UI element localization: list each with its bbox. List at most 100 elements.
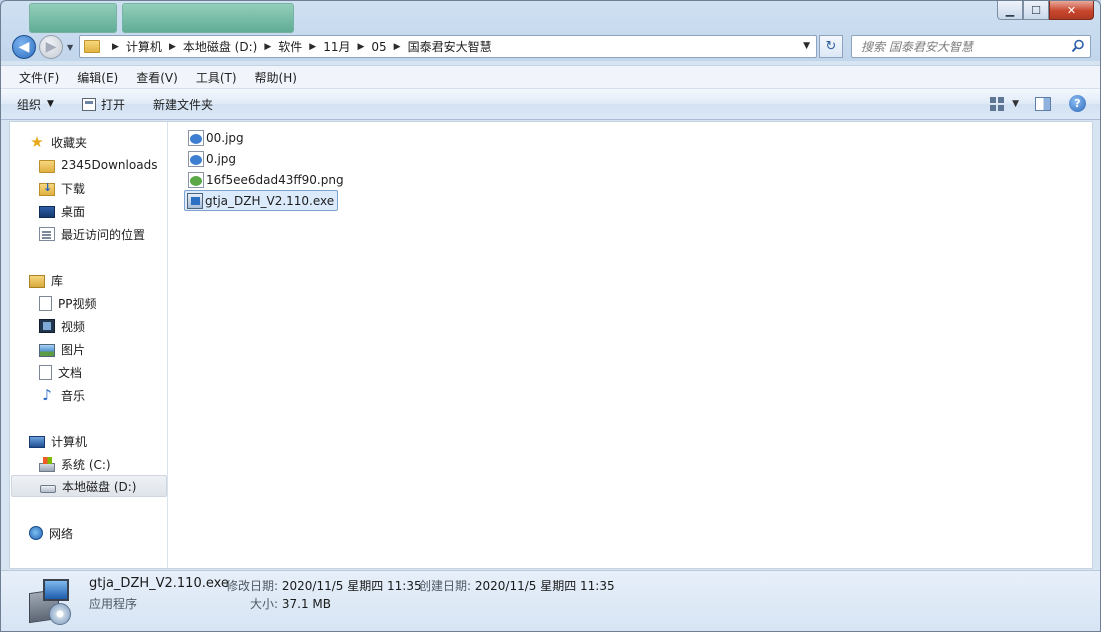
breadcrumb-separator[interactable]: ▶ <box>264 42 271 52</box>
nav-item-recent-places[interactable]: 最近访问的位置 <box>39 223 145 245</box>
details-size: 大小: 37.1 MB <box>250 595 331 612</box>
breadcrumb-separator[interactable]: ▶ <box>112 42 119 52</box>
menu-tools[interactable]: 工具(T) <box>187 69 246 86</box>
breadcrumb-separator[interactable]: ▶ <box>169 42 176 52</box>
nav-label: 音乐 <box>61 388 86 403</box>
breadcrumb-separator[interactable]: ▶ <box>357 42 364 52</box>
nav-label: 桌面 <box>61 204 86 219</box>
nav-favorites[interactable]: ★ 收藏夹 <box>29 131 87 153</box>
forward-button[interactable]: ▶ <box>39 35 63 59</box>
size-value: 37.1 MB <box>281 597 331 611</box>
details-created: 创建日期: 2020/11/5 星期四 11:35 <box>419 577 615 594</box>
address-dropdown-icon[interactable]: ▼ <box>803 41 810 51</box>
preview-pane-icon[interactable] <box>1035 96 1051 111</box>
open-button[interactable]: 打开 <box>81 96 125 113</box>
nav-label: 计算机 <box>51 434 88 449</box>
file-item[interactable]: 0.jpg <box>186 148 239 169</box>
created-label: 创建日期: <box>419 579 472 593</box>
file-name: 16f5ee6dad43ff90.png <box>206 172 344 187</box>
nav-label: 最近访问的位置 <box>61 227 146 242</box>
installer-icon <box>187 192 203 209</box>
title-bar[interactable]: ▁ ☐ ✕ <box>1 1 1100 33</box>
breadcrumb-item[interactable]: 11月 <box>323 38 350 55</box>
file-item[interactable]: 00.jpg <box>186 127 247 148</box>
nav-label: 视频 <box>61 319 86 334</box>
search-input[interactable] <box>861 39 1061 54</box>
menu-file[interactable]: 文件(F) <box>10 69 68 86</box>
navigation-pane[interactable]: ★ 收藏夹 2345Downloads 下载 桌面 最近访问的位置 库 <box>10 122 168 568</box>
nav-label: 收藏夹 <box>51 135 88 150</box>
maximize-button[interactable]: ☐ <box>1023 1 1049 20</box>
menu-edit[interactable]: 编辑(E) <box>68 69 127 86</box>
refresh-button[interactable]: ↻ <box>819 35 843 58</box>
nav-label: 系统 (C:) <box>61 457 111 472</box>
nav-item-drive-d[interactable]: 本地磁盘 (D:) <box>11 475 167 497</box>
nav-item-downloads[interactable]: 下载 <box>39 177 85 199</box>
back-arrow-icon: ◀ <box>18 39 30 55</box>
nav-item-music[interactable]: ♪ 音乐 <box>39 384 85 406</box>
size-label: 大小: <box>250 597 279 611</box>
installer-large-icon <box>27 577 73 627</box>
nav-item-documents[interactable]: 文档 <box>39 361 82 383</box>
menu-view[interactable]: 查看(V) <box>127 69 187 86</box>
nav-label: 本地磁盘 (D:) <box>62 479 137 494</box>
breadcrumb-item[interactable]: 05 <box>371 40 386 54</box>
new-folder-button[interactable]: 新建文件夹 <box>153 96 213 113</box>
address-bar[interactable]: ▶ 计算机 ▶ 本地磁盘 (D:) ▶ 软件 ▶ 11月 ▶ 05 ▶ 国泰君安… <box>79 35 817 58</box>
star-icon: ★ <box>30 133 44 151</box>
system-drive-icon <box>39 456 55 472</box>
taskbar-thumbnail <box>122 3 294 33</box>
breadcrumb-separator[interactable]: ▶ <box>394 42 401 52</box>
nav-item-videos[interactable]: 视频 <box>39 315 85 337</box>
breadcrumb-item[interactable]: 本地磁盘 (D:) <box>183 38 257 55</box>
help-icon[interactable]: ? <box>1069 95 1086 112</box>
nav-item-2345downloads[interactable]: 2345Downloads <box>39 154 157 176</box>
details-file-name: gtja_DZH_V2.110.exe <box>89 576 229 591</box>
chevron-down-icon: ▼ <box>47 99 54 109</box>
nav-item-drive-c[interactable]: 系统 (C:) <box>39 453 111 475</box>
new-folder-label: 新建文件夹 <box>152 97 213 112</box>
desktop-icon <box>39 206 55 218</box>
file-item[interactable]: gtja_DZH_V2.110.exe <box>184 190 339 211</box>
breadcrumb-item[interactable]: 计算机 <box>126 38 162 55</box>
breadcrumb-item[interactable]: 国泰君安大智慧 <box>408 38 492 55</box>
view-options-icon[interactable] <box>990 96 1005 111</box>
window-controls: ▁ ☐ ✕ <box>997 1 1094 20</box>
close-button[interactable]: ✕ <box>1049 1 1094 20</box>
nav-item-pictures[interactable]: 图片 <box>39 338 85 360</box>
nav-label: 图片 <box>61 342 86 357</box>
documents-icon <box>39 364 52 380</box>
recent-pages-dropdown[interactable]: ▼ <box>67 43 73 52</box>
file-item[interactable]: 16f5ee6dad43ff90.png <box>186 169 347 190</box>
file-list[interactable]: 00.jpg 0.jpg 16f5ee6dad43ff90.png gtja_D… <box>180 122 1080 568</box>
nav-item-pp-video[interactable]: PP视频 <box>39 292 96 314</box>
png-file-icon <box>188 171 204 188</box>
modified-value: 2020/11/5 星期四 11:35 <box>281 579 422 593</box>
nav-label: 文档 <box>58 365 83 380</box>
forward-arrow-icon: ▶ <box>45 39 57 55</box>
hard-drive-icon <box>40 485 56 493</box>
view-dropdown-icon[interactable]: ▼ <box>1012 99 1019 109</box>
search-icon[interactable] <box>1071 39 1085 53</box>
jpg-file-icon <box>188 129 204 146</box>
folder-icon <box>39 159 55 173</box>
open-icon <box>81 97 96 111</box>
modified-label: 修改日期: <box>226 579 279 593</box>
search-box[interactable] <box>851 35 1091 58</box>
minimize-button[interactable]: ▁ <box>997 1 1023 20</box>
created-value: 2020/11/5 星期四 11:35 <box>474 579 615 593</box>
file-name: gtja_DZH_V2.110.exe <box>205 193 335 208</box>
document-icon <box>39 295 52 311</box>
nav-libraries[interactable]: 库 <box>29 269 63 291</box>
organize-button[interactable]: 组织 ▼ <box>17 96 54 113</box>
breadcrumb-separator[interactable]: ▶ <box>309 42 316 52</box>
breadcrumb-item[interactable]: 软件 <box>278 38 302 55</box>
nav-network[interactable]: 网络 <box>29 522 73 544</box>
details-modified: 修改日期: 2020/11/5 星期四 11:35 <box>226 577 422 594</box>
back-button[interactable]: ◀ <box>12 35 36 59</box>
menu-help[interactable]: 帮助(H) <box>246 69 306 86</box>
nav-computer[interactable]: 计算机 <box>29 430 87 452</box>
nav-item-desktop[interactable]: 桌面 <box>39 200 85 222</box>
music-note-icon: ♪ <box>42 386 52 404</box>
refresh-icon: ↻ <box>825 39 837 54</box>
